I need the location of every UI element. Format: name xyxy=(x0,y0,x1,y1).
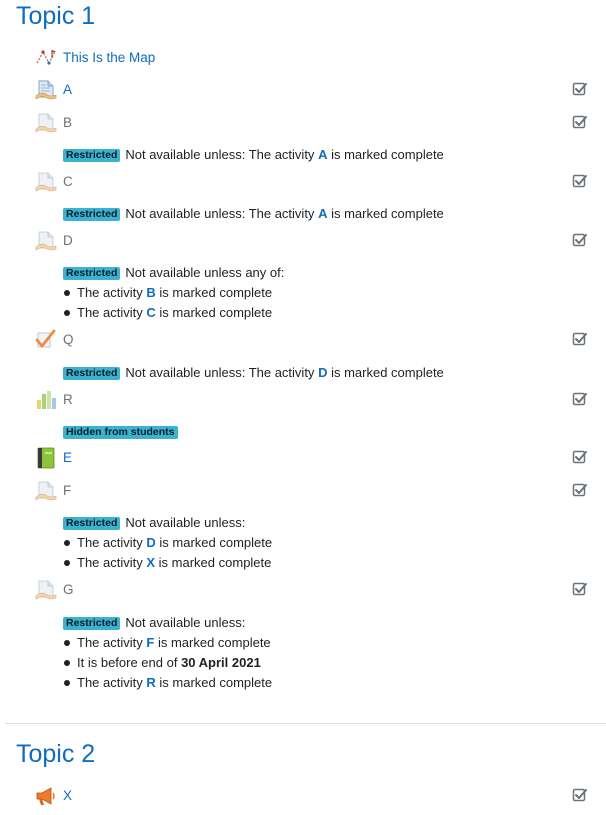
condition-item: The activity R is marked complete xyxy=(63,673,272,693)
condition-list: The activity B is marked complete The ac… xyxy=(63,283,284,323)
condition-link[interactable]: C xyxy=(146,305,155,320)
condition-link[interactable]: D xyxy=(318,365,327,380)
activity-c-link[interactable]: C xyxy=(63,174,73,190)
completion-checkbox-icon[interactable] xyxy=(572,787,588,803)
availability-g: Restricted Not available unless: The acti… xyxy=(63,613,272,693)
completion-checkbox-icon[interactable] xyxy=(572,482,588,498)
availability-q: Restricted Not available unless: The acti… xyxy=(63,363,444,383)
page-icon xyxy=(35,480,57,502)
activity-b[interactable]: B xyxy=(35,112,595,134)
hidden-badge: Hidden from students xyxy=(63,426,178,439)
restricted-badge: Restricted xyxy=(63,267,121,280)
page-icon xyxy=(35,79,57,101)
activity-c[interactable]: C xyxy=(35,171,595,193)
condition-item: The activity F is marked complete xyxy=(63,633,272,653)
activity-q[interactable]: Q xyxy=(35,329,595,351)
section-divider xyxy=(5,723,606,724)
completion-checkbox-icon[interactable] xyxy=(572,449,588,465)
restricted-badge: Restricted xyxy=(63,517,121,530)
restricted-badge: Restricted xyxy=(63,149,121,162)
condition-link[interactable]: F xyxy=(146,635,154,650)
availability-text: Not available unless any of: xyxy=(125,265,285,280)
topic-1-title: Topic 1 xyxy=(16,2,96,30)
page-icon xyxy=(35,230,57,252)
restricted-badge: Restricted xyxy=(63,208,121,221)
condition-link[interactable]: B xyxy=(146,285,155,300)
completion-checkbox-icon[interactable] xyxy=(572,232,588,248)
availability-b: Restricted Not available unless: The acti… xyxy=(63,145,444,165)
condition-list: The activity D is marked complete The ac… xyxy=(63,533,272,573)
restricted-badge: Restricted xyxy=(63,617,121,630)
condition-link[interactable]: A xyxy=(318,206,327,221)
condition-item: The activity C is marked complete xyxy=(63,303,284,323)
activity-g-link[interactable]: G xyxy=(63,582,74,598)
activity-a-link[interactable]: A xyxy=(63,82,72,98)
availability-text: Not available unless: xyxy=(125,515,246,530)
completion-checkbox-icon[interactable] xyxy=(572,173,588,189)
restricted-badge: Restricted xyxy=(63,367,121,380)
activity-b-link[interactable]: B xyxy=(63,115,72,131)
condition-item: The activity B is marked complete xyxy=(63,283,284,303)
availability-suffix: is marked complete xyxy=(331,365,444,380)
condition-link[interactable]: R xyxy=(146,675,155,690)
quiz-icon xyxy=(35,329,56,348)
completion-checkbox-icon[interactable] xyxy=(572,391,588,407)
activity-r-link[interactable]: R xyxy=(63,392,73,408)
activity-g[interactable]: G xyxy=(35,579,595,601)
activity-d[interactable]: D xyxy=(35,230,595,252)
availability-suffix: is marked complete xyxy=(331,147,444,162)
activity-x-link[interactable]: X xyxy=(63,788,72,804)
activity-map-link[interactable]: This Is the Map xyxy=(63,50,155,66)
availability-text: Not available unless: The activity xyxy=(125,365,315,380)
availability-text: Not available unless: The activity xyxy=(125,206,315,221)
activity-a[interactable]: A xyxy=(35,79,595,101)
condition-date: 30 April 2021 xyxy=(181,655,261,670)
map-icon xyxy=(36,50,56,65)
completion-checkbox-icon[interactable] xyxy=(572,581,588,597)
activity-q-link[interactable]: Q xyxy=(63,332,74,348)
chart-icon xyxy=(37,391,56,409)
activity-d-link[interactable]: D xyxy=(63,233,73,249)
activity-x[interactable]: X xyxy=(35,785,595,807)
topic-2-title: Topic 2 xyxy=(16,740,96,768)
page-icon xyxy=(35,579,57,601)
condition-item: It is before end of 30 April 2021 xyxy=(63,653,272,673)
condition-item: The activity X is marked complete xyxy=(63,553,272,573)
book-icon xyxy=(37,447,55,469)
availability-text: Not available unless: The activity xyxy=(125,147,315,162)
page-icon xyxy=(35,112,57,134)
activity-r[interactable]: R xyxy=(35,389,595,411)
availability-c: Restricted Not available unless: The acti… xyxy=(63,204,444,224)
availability-d: Restricted Not available unless any of: T… xyxy=(63,263,284,323)
activity-f-link[interactable]: F xyxy=(63,483,71,499)
activity-f[interactable]: F xyxy=(35,480,595,502)
availability-f: Restricted Not available unless: The acti… xyxy=(63,513,272,573)
activity-map[interactable]: This Is the Map xyxy=(35,47,595,69)
megaphone-icon xyxy=(36,787,55,805)
activity-e[interactable]: E xyxy=(35,447,595,469)
condition-list: The activity F is marked complete It is … xyxy=(63,633,272,693)
condition-item: The activity D is marked complete xyxy=(63,533,272,553)
availability-text: Not available unless: xyxy=(125,615,246,630)
condition-link[interactable]: A xyxy=(318,147,327,162)
condition-link[interactable]: D xyxy=(146,535,155,550)
condition-link[interactable]: X xyxy=(146,555,155,570)
completion-checkbox-icon[interactable] xyxy=(572,81,588,97)
activity-e-link[interactable]: E xyxy=(63,450,72,466)
completion-checkbox-icon[interactable] xyxy=(572,114,588,130)
completion-checkbox-icon[interactable] xyxy=(572,331,588,347)
page-icon xyxy=(35,171,57,193)
availability-r: Hidden from students xyxy=(63,422,183,442)
availability-suffix: is marked complete xyxy=(331,206,444,221)
